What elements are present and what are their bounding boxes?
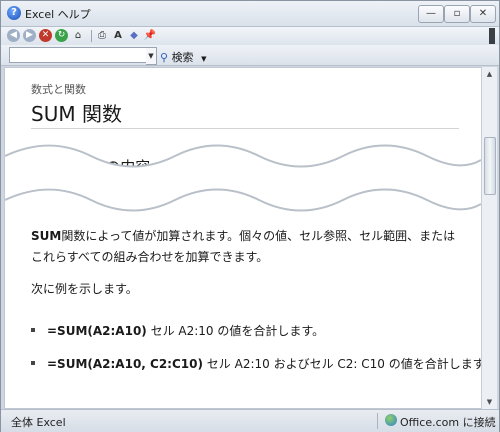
minimize-button[interactable]: —	[418, 5, 444, 23]
help-content: 数式と関数 SUM 関数 このコースの内容: SUM関数によって値が加算されます…	[4, 67, 482, 409]
formula: =SUM(A2:A10, C2:C10)	[47, 357, 203, 371]
title-bar: ? Excel ヘルプ — ▫ ✕	[1, 1, 499, 27]
window-title: Excel ヘルプ	[25, 8, 91, 21]
back-icon[interactable]: ◀	[7, 29, 20, 42]
forward-icon[interactable]: ▶	[23, 29, 36, 42]
torn-page-break	[5, 144, 481, 212]
home-icon[interactable]: ⌂	[71, 29, 85, 42]
stop-icon[interactable]: ✕	[39, 29, 52, 42]
maximize-button[interactable]: ▫	[444, 5, 470, 23]
search-button-label: 検索	[171, 51, 194, 64]
help-window: ? Excel ヘルプ — ▫ ✕ ◀ ▶ ✕ ↻ ⌂ ⎙ A ◆ 📌 ▼ ⚲ …	[0, 0, 500, 432]
refresh-icon[interactable]: ↻	[55, 29, 68, 42]
bullet-icon	[31, 361, 35, 365]
chevron-down-icon: ▼	[201, 55, 207, 63]
search-input[interactable]	[9, 47, 152, 63]
book-icon[interactable]: ◆	[127, 29, 141, 42]
font-size-icon[interactable]: A	[111, 29, 125, 42]
close-button[interactable]: ✕	[470, 5, 496, 23]
status-divider	[377, 413, 378, 429]
search-row: ▼ ⚲ 検索 ▼	[1, 45, 499, 66]
bullet-icon	[31, 328, 35, 332]
example-intro: 次に例を示します。	[31, 282, 138, 296]
status-bar: 全体 Excel Office.com に接続	[1, 409, 499, 432]
breadcrumb[interactable]: 数式と関数	[31, 81, 86, 97]
scroll-up-icon[interactable]: ▲	[482, 67, 497, 81]
print-icon[interactable]: ⎙	[95, 29, 109, 42]
description-text: 関数によって値が加算されます。個々の値、セル参照、セル範囲、またはこれらすべての…	[31, 229, 456, 264]
toolbar-grip	[489, 28, 495, 44]
page-title: SUM 関数	[31, 102, 122, 126]
toolbar-divider	[91, 30, 92, 42]
formula-description: セル A2:10 およびセル C2: C10 の値を合計します。	[202, 357, 482, 371]
status-scope[interactable]: 全体 Excel	[11, 414, 66, 430]
title-divider	[31, 128, 459, 129]
toolbar: ◀ ▶ ✕ ↻ ⌂ ⎙ A ◆ 📌	[1, 27, 499, 45]
formula-description: セル A2:10 の値を合計します。	[146, 324, 325, 338]
connection-status[interactable]: Office.com に接続	[400, 414, 496, 430]
description-paragraph: SUM関数によって値が加算されます。個々の値、セル参照、セル範囲、またはこれらす…	[31, 226, 461, 268]
scroll-thumb[interactable]	[484, 137, 496, 195]
help-icon: ?	[7, 6, 21, 20]
formula: =SUM(A2:A10)	[47, 324, 147, 338]
globe-icon	[385, 414, 397, 426]
search-button[interactable]: ⚲ 検索 ▼	[160, 49, 206, 65]
scroll-down-icon[interactable]: ▼	[482, 395, 497, 409]
vertical-scrollbar[interactable]: ▲ ▼	[481, 67, 497, 409]
pin-icon[interactable]: 📌	[143, 29, 157, 42]
search-scope-dropdown[interactable]: ▼	[146, 47, 157, 65]
function-name: SUM	[31, 229, 62, 243]
search-icon: ⚲	[160, 51, 169, 64]
